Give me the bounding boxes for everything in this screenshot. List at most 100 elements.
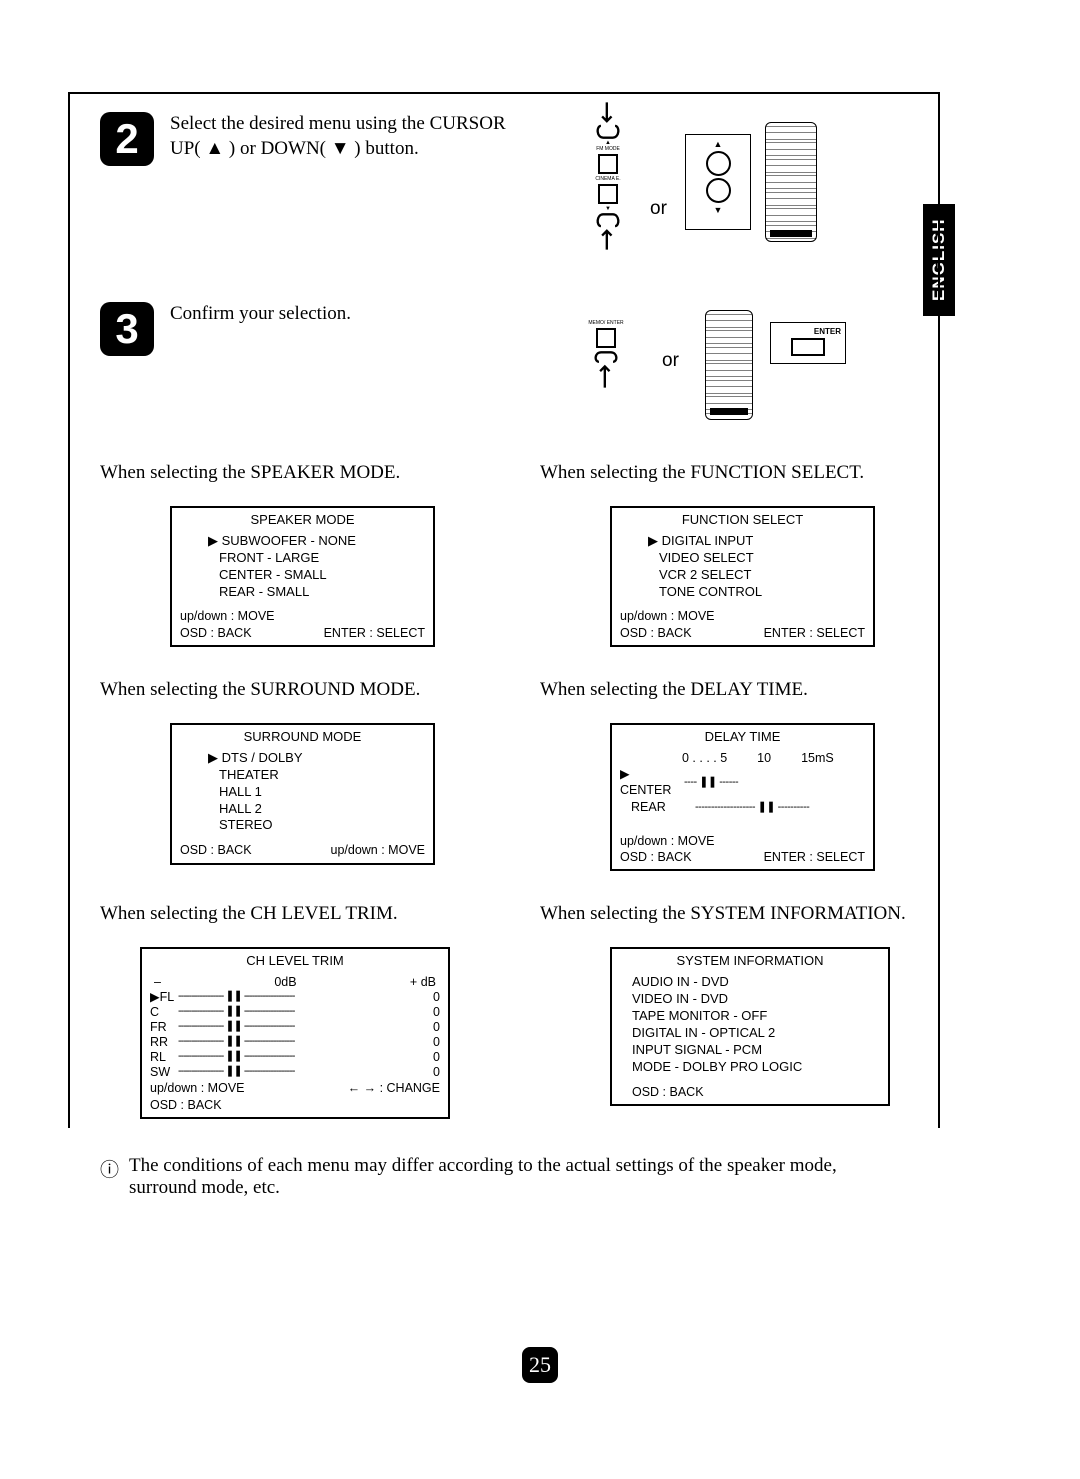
- remote-up-button[interactable]: [706, 151, 731, 176]
- note-text: The conditions of each menu may differ a…: [129, 1155, 908, 1199]
- hdr: + dB: [410, 974, 436, 990]
- osd-line: MODE - DOLBY PRO LOGIC: [632, 1059, 880, 1076]
- delay-bar: ------------------- ❚❚ ----------: [695, 800, 865, 814]
- ch-level-trim-heading: When selecting the CH LEVEL TRIM.: [100, 903, 480, 925]
- osd-line: TAPE MONITOR - OFF: [632, 1008, 880, 1025]
- step-3-text: Confirm your selection.: [170, 302, 530, 327]
- osd-line: THEATER: [208, 767, 425, 784]
- osd-line: INPUT SIGNAL - PCM: [632, 1042, 880, 1059]
- speaker-mode-col: When selecting the SPEAKER MODE. SPEAKER…: [100, 462, 480, 665]
- osd-footer: ENTER : SELECT: [764, 849, 865, 865]
- step-2-badge: 2: [100, 112, 154, 166]
- osd-sections: When selecting the SPEAKER MODE. SPEAKER…: [100, 462, 908, 1137]
- osd-footer: up/down : MOVE: [620, 608, 865, 624]
- osd-title: FUNCTION SELECT: [620, 512, 865, 529]
- step-3-badge: 3: [100, 302, 154, 356]
- delay-bar: ---- ❚❚ ------: [684, 775, 865, 789]
- hand-up-icon: [593, 212, 623, 252]
- delay-time-osd: DELAY TIME 0 . . . . 5 10 15mS ▶ CENTER …: [610, 723, 875, 871]
- remote-enter-button[interactable]: [791, 338, 825, 356]
- osd-line: VCR 2 SELECT: [648, 567, 865, 584]
- chtrim-row: RL----------------- ❚❚ -----------------…: [150, 1050, 440, 1065]
- step-3-row: 3 Confirm your selection. MEMO/ ENTER or…: [100, 302, 908, 432]
- chtrim-row: RR----------------- ❚❚ -----------------…: [150, 1035, 440, 1050]
- osd-footer: up/down : MOVE: [331, 842, 426, 858]
- page-frame: 2 Select the desired menu using the CURS…: [68, 92, 940, 1128]
- or-label: or: [650, 198, 667, 220]
- panel-cursor-buttons: ▲ FM MODE CINEMA E. ▼: [580, 100, 636, 252]
- osd-footer: OSD : BACK: [180, 842, 252, 858]
- osd-title: SYSTEM INFORMATION: [620, 953, 880, 970]
- osd-line: ▶ DTS / DOLBY: [208, 750, 425, 767]
- osd-line: STEREO: [208, 817, 425, 834]
- osd-line: CENTER - SMALL: [208, 567, 425, 584]
- remote-illustration: [765, 122, 817, 242]
- scale-val: 10: [757, 750, 771, 766]
- remote-down-button[interactable]: [706, 178, 731, 203]
- osd-line: VIDEO SELECT: [648, 550, 865, 567]
- surround-mode-heading: When selecting the SURROUND MODE.: [100, 679, 480, 701]
- chtrim-row: FR----------------- ❚❚ -----------------…: [150, 1020, 440, 1035]
- delay-time-col: When selecting the DELAY TIME. DELAY TIM…: [540, 679, 920, 889]
- osd-line: HALL 1: [208, 784, 425, 801]
- remote-illustration-3: [705, 310, 753, 420]
- osd-title: SPEAKER MODE: [180, 512, 425, 529]
- page-number: 25: [0, 1347, 1080, 1383]
- remote-cursor-callout: ▲ ▼: [685, 134, 751, 230]
- osd-title: SURROUND MODE: [180, 729, 425, 746]
- osd-title: CH LEVEL TRIM: [150, 953, 440, 970]
- scale-val: 15mS: [801, 750, 834, 766]
- osd-footer: OSD : BACK: [180, 625, 252, 641]
- info-icon: ⓘ: [100, 1155, 119, 1199]
- osd-footer: OSD : BACK: [620, 1084, 880, 1100]
- system-information-col: When selecting the SYSTEM INFORMATION. S…: [540, 903, 920, 1137]
- function-select-heading: When selecting the FUNCTION SELECT.: [540, 462, 920, 484]
- hand-up-icon: [591, 350, 621, 390]
- function-select-osd: FUNCTION SELECT ▶ DIGITAL INPUT VIDEO SE…: [610, 506, 875, 647]
- osd-footer: up/down : MOVE: [150, 1080, 245, 1096]
- scale-val: 0 . . . . 5: [682, 750, 727, 766]
- function-select-col: When selecting the FUNCTION SELECT. FUNC…: [540, 462, 920, 665]
- surround-mode-col: When selecting the SURROUND MODE. SURROU…: [100, 679, 480, 889]
- osd-line: TONE CONTROL: [648, 584, 865, 601]
- osd-footer: OSD : BACK: [620, 849, 692, 865]
- delay-time-heading: When selecting the DELAY TIME.: [540, 679, 920, 701]
- speaker-mode-heading: When selecting the SPEAKER MODE.: [100, 462, 480, 484]
- osd-line: DIGITAL IN - OPTICAL 2: [632, 1025, 880, 1042]
- note-block: ⓘ The conditions of each menu may differ…: [100, 1155, 908, 1199]
- panel-down-button[interactable]: [598, 184, 618, 204]
- osd-line: REAR - SMALL: [208, 584, 425, 601]
- panel-label-top: FM MODE: [580, 146, 636, 152]
- osd-line: HALL 2: [208, 801, 425, 818]
- osd-line: VIDEO IN - DVD: [632, 991, 880, 1008]
- osd-footer: ENTER : SELECT: [764, 625, 865, 641]
- panel-enter-button[interactable]: [596, 328, 616, 348]
- osd-line: ▶ DIGITAL INPUT: [648, 533, 865, 550]
- hand-down-icon: [593, 100, 623, 140]
- system-information-osd: SYSTEM INFORMATION AUDIO IN - DVD VIDEO …: [610, 947, 890, 1105]
- system-information-heading: When selecting the SYSTEM INFORMATION.: [540, 903, 920, 925]
- ch-level-trim-col: When selecting the CH LEVEL TRIM. CH LEV…: [100, 903, 480, 1137]
- osd-footer: up/down : MOVE: [180, 608, 425, 624]
- osd-footer: ENTER : SELECT: [324, 625, 425, 641]
- step-2-figure: ▲ FM MODE CINEMA E. ▼ or ▲ ▼: [560, 112, 910, 272]
- osd-line: AUDIO IN - DVD: [632, 974, 880, 991]
- speaker-mode-osd: SPEAKER MODE ▶ SUBWOOFER - NONE FRONT - …: [170, 506, 435, 647]
- step-3-figure: MEMO/ ENTER or ENTER: [560, 302, 910, 422]
- chtrim-row: C----------------- ❚❚ ------------------…: [150, 1005, 440, 1020]
- osd-title: DELAY TIME: [620, 729, 865, 746]
- osd-line: FRONT - LARGE: [208, 550, 425, 567]
- surround-mode-osd: SURROUND MODE ▶ DTS / DOLBY THEATER HALL…: [170, 723, 435, 865]
- delay-label: ▶ CENTER: [620, 766, 678, 799]
- chtrim-row: ▶FL----------------- ❚❚ ----------------…: [150, 990, 440, 1005]
- panel-up-button[interactable]: [598, 154, 618, 174]
- hdr: 0dB: [274, 974, 296, 990]
- osd-footer: ← → : CHANGE: [348, 1080, 440, 1096]
- delay-label: REAR: [620, 799, 689, 815]
- panel-label-bottom: CINEMA E.: [580, 176, 636, 182]
- osd-footer: OSD : BACK: [620, 625, 692, 641]
- chtrim-row: SW----------------- ❚❚ -----------------…: [150, 1065, 440, 1080]
- osd-footer: up/down : MOVE: [620, 833, 865, 849]
- ch-level-trim-osd: CH LEVEL TRIM – 0dB + dB ▶FL------------…: [140, 947, 450, 1119]
- panel-enter-label: MEMO/ ENTER: [578, 320, 634, 326]
